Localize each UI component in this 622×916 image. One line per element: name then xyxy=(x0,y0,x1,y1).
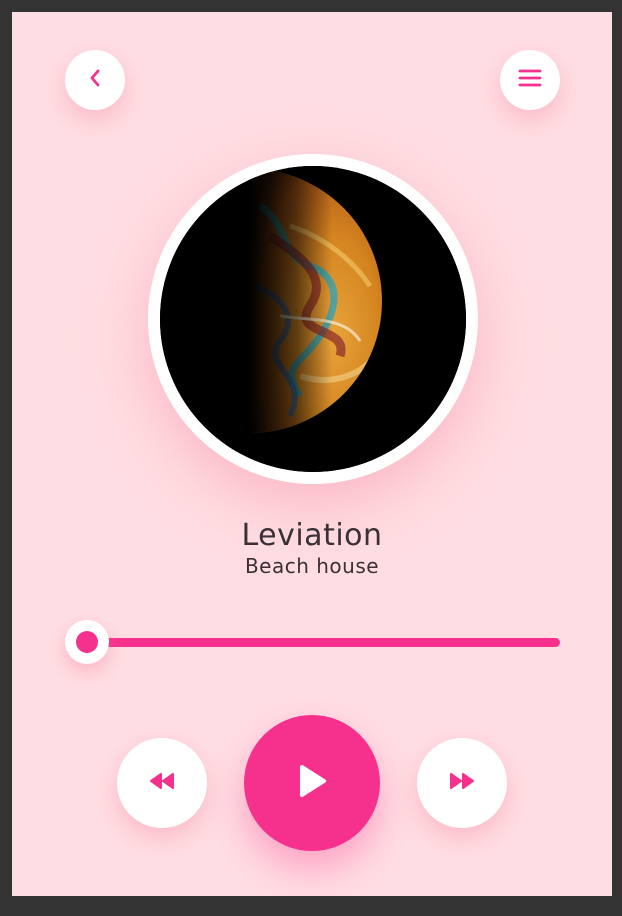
progress-bar[interactable] xyxy=(88,638,560,647)
rewind-icon xyxy=(148,771,176,795)
music-player-screen: Leviation Beach house xyxy=(12,12,612,896)
album-art xyxy=(160,166,466,472)
song-title: Leviation xyxy=(241,518,383,553)
progress-thumb-dot xyxy=(76,631,98,653)
progress-thumb[interactable] xyxy=(65,620,109,664)
fast-forward-icon xyxy=(448,771,476,795)
menu-button[interactable] xyxy=(500,50,560,110)
album-art-frame xyxy=(148,154,478,484)
previous-track-button[interactable] xyxy=(117,738,207,828)
play-icon xyxy=(295,763,329,803)
next-track-button[interactable] xyxy=(417,738,507,828)
hamburger-menu-icon xyxy=(518,68,542,92)
back-button[interactable] xyxy=(65,50,125,110)
artist-name: Beach house xyxy=(244,554,380,578)
chevron-left-icon xyxy=(87,68,103,92)
play-button[interactable] xyxy=(244,715,380,851)
